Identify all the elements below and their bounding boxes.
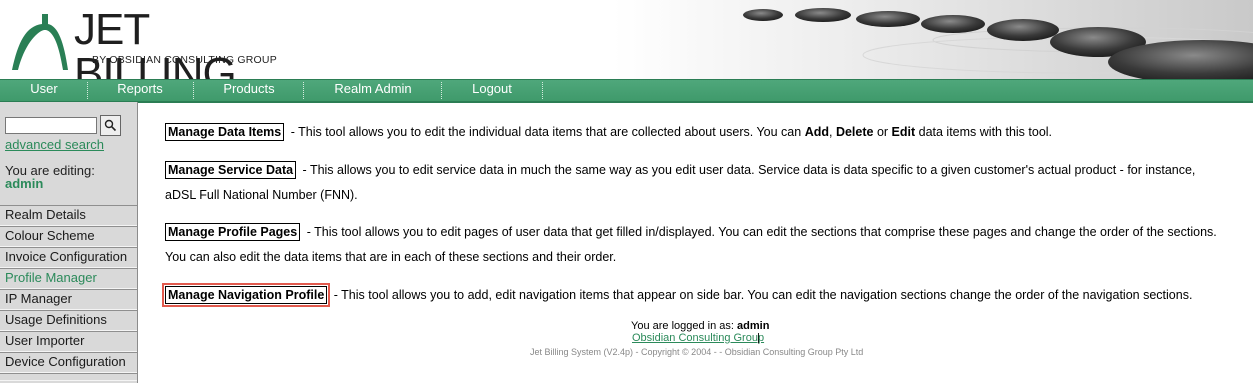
sidebar-item-ip-manager[interactable]: IP Manager	[0, 289, 137, 310]
sidebar-item-profile-manager[interactable]: Profile Manager	[0, 268, 137, 289]
company-link[interactable]: Obsidian Consulting Group	[632, 332, 764, 344]
sidebar-item-usage-definitions[interactable]: Usage Definitions	[0, 310, 137, 331]
editing-user: admin	[5, 176, 44, 191]
copyright-text: Jet Billing System (V2.4p) - Copyright ©…	[530, 347, 864, 357]
logo-title: JET BILLING	[74, 5, 237, 80]
tool-text: - This tool allows you to edit the indiv…	[287, 125, 805, 139]
sidebar-item-colour-scheme[interactable]: Colour Scheme	[0, 226, 137, 247]
nav-logout[interactable]: Logout	[462, 80, 522, 101]
nav-divider	[193, 82, 194, 99]
tool-text-bold: Delete	[835, 125, 874, 139]
advanced-search-link[interactable]: advanced search	[5, 137, 104, 152]
nav-divider	[542, 82, 543, 99]
search-button[interactable]	[100, 115, 121, 136]
sidebar: advanced search You are editing: admin R…	[0, 102, 138, 383]
manage-navigation-profile-button[interactable]: Manage Navigation Profile	[161, 283, 331, 307]
tool-text: or	[873, 125, 892, 139]
logo-arch-icon	[12, 14, 68, 70]
logged-in-user: admin	[737, 320, 770, 332]
stones-banner-image	[613, 0, 1253, 79]
tool-description-data-items: Manage Data Items - This tool allows you…	[165, 120, 1223, 145]
nav-products[interactable]: Products	[215, 80, 283, 101]
tool-text-bold: Add	[804, 125, 829, 139]
header: JET BILLING BY OBSIDIAN CONSULTING GROUP	[0, 0, 1253, 79]
logged-in-info: You are logged in as: admin	[631, 320, 769, 332]
search-icon	[104, 119, 117, 132]
tool-description-profile-pages: Manage Profile Pages - This tool allows …	[165, 220, 1223, 270]
search-input[interactable]	[5, 117, 97, 134]
nav-divider	[441, 82, 442, 99]
nav-reports[interactable]: Reports	[110, 80, 170, 101]
tool-text-bold: Edit	[891, 125, 916, 139]
nav-divider	[303, 82, 304, 99]
sidebar-menu: Realm Details Colour Scheme Invoice Conf…	[0, 205, 137, 381]
logo-subtitle: BY OBSIDIAN CONSULTING GROUP	[92, 54, 277, 66]
logged-in-label: You are logged in as:	[631, 320, 738, 332]
tool-text: data items with this tool.	[915, 125, 1053, 139]
tool-text: - This tool allows you to add, edit navi…	[330, 288, 1193, 302]
nav-user[interactable]: User	[20, 80, 68, 101]
nav-divider	[87, 82, 88, 99]
sidebar-menu-end	[0, 373, 137, 381]
manage-data-items-button[interactable]: Manage Data Items	[165, 123, 285, 141]
tool-description-navigation-profile: Manage Navigation Profile - This tool al…	[161, 283, 1223, 308]
main-nav: User Reports Products Realm Admin Logout	[0, 79, 1253, 103]
tool-text: - This tool allows you to edit pages of …	[165, 225, 1217, 264]
footer-separator: |	[757, 332, 760, 344]
manage-profile-pages-button[interactable]: Manage Profile Pages	[165, 223, 301, 241]
tool-description-service-data: Manage Service Data - This allows you to…	[165, 158, 1223, 208]
tool-text: ,	[829, 125, 836, 139]
sidebar-item-device-configuration[interactable]: Device Configuration	[0, 352, 137, 373]
sidebar-item-realm-details[interactable]: Realm Details	[0, 205, 137, 226]
sidebar-item-user-importer[interactable]: User Importer	[0, 331, 137, 352]
manage-service-data-button[interactable]: Manage Service Data	[165, 161, 297, 179]
jet-billing-logo[interactable]: JET BILLING BY OBSIDIAN CONSULTING GROUP	[8, 8, 298, 79]
sidebar-item-invoice-configuration[interactable]: Invoice Configuration	[0, 247, 137, 268]
nav-realm-admin[interactable]: Realm Admin	[325, 80, 421, 101]
tool-text: - This allows you to edit service data i…	[165, 163, 1196, 202]
